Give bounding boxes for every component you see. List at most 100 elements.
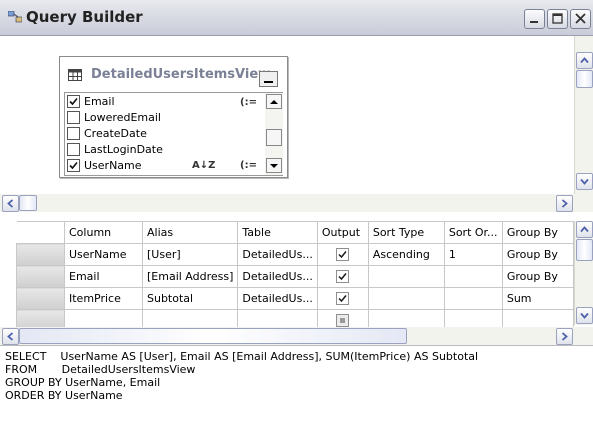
scroll-left-button[interactable] [2, 195, 19, 212]
sql-line: GROUP BY UserName, Email [5, 376, 161, 389]
cell-sort-order[interactable] [443, 265, 503, 288]
output-checkbox[interactable] [336, 270, 350, 284]
grid-header-output[interactable]: Output [316, 221, 369, 244]
arrow-down-icon [270, 164, 278, 168]
diagram-vertical-scrollbar[interactable] [574, 36, 593, 194]
column-item-username[interactable]: UserName [65, 158, 265, 174]
scroll-thumb[interactable] [576, 239, 593, 261]
grid-header-table[interactable]: Table [237, 221, 318, 244]
column-checkbox[interactable] [67, 143, 80, 156]
column-checkbox[interactable] [67, 95, 80, 108]
scroll-down-button[interactable] [266, 158, 282, 173]
cell-alias[interactable]: Subtotal [141, 287, 239, 310]
cell-column[interactable]: ItemPrice [64, 287, 143, 310]
scroll-down-button[interactable] [576, 173, 593, 190]
close-button[interactable] [570, 9, 591, 29]
table-row[interactable]: UserName [User] DetailedUs... Ascending … [16, 243, 574, 266]
scroll-thumb[interactable] [19, 195, 37, 211]
checkmark-icon [69, 97, 78, 106]
arrow-right-icon [561, 199, 568, 208]
cell-group-by[interactable]: Sum [501, 287, 574, 310]
column-label: Email [84, 95, 115, 108]
column-checkbox[interactable] [67, 159, 80, 172]
criteria-grid: Column Alias Table Output Sort Type Sort… [0, 221, 593, 345]
grid-horizontal-scrollbar[interactable] [0, 327, 593, 345]
column-label: UserName [84, 159, 142, 172]
row-header[interactable] [16, 287, 65, 310]
cell-output[interactable] [316, 243, 369, 266]
grid-header-sort-type[interactable]: Sort Type [367, 221, 445, 244]
column-label: CreateDate [84, 127, 147, 140]
cell-sort-type[interactable] [367, 287, 445, 310]
cell-column[interactable]: UserName [64, 243, 143, 266]
table-node-minimize-button[interactable] [259, 71, 278, 87]
column-list-scrollbar[interactable] [265, 93, 283, 175]
window-title: Query Builder [26, 8, 143, 26]
arrow-up-icon [580, 57, 589, 64]
column-checkbox[interactable] [67, 127, 80, 140]
scroll-left-button[interactable] [2, 328, 19, 345]
scroll-up-button[interactable] [576, 221, 593, 238]
row-header[interactable] [16, 243, 65, 266]
cell-alias[interactable]: [User] [141, 243, 239, 266]
scroll-right-button[interactable] [556, 195, 573, 212]
arrow-up-icon [580, 226, 589, 233]
sql-pane[interactable]: SELECT UserName AS [User], Email AS [Ema… [0, 345, 593, 423]
maximize-button[interactable] [547, 9, 568, 29]
grid-corner [16, 221, 65, 244]
cell-table[interactable]: DetailedUs... [237, 243, 318, 266]
arrow-down-icon [580, 312, 589, 319]
checkmark-icon [338, 251, 347, 259]
output-checkbox[interactable] [336, 248, 350, 262]
column-item-lastlogindate[interactable]: LastLoginDate [65, 142, 265, 158]
grid-header-group-by[interactable]: Group By [501, 221, 574, 244]
column-checkbox[interactable] [67, 111, 80, 124]
title-bar: Query Builder [0, 0, 593, 36]
minimize-button[interactable] [524, 9, 545, 29]
cell-table[interactable]: DetailedUs... [237, 265, 318, 288]
grid-header-alias[interactable]: Alias [141, 221, 239, 244]
cell-column[interactable]: Email [64, 265, 143, 288]
cell-group-by[interactable]: Group By [501, 265, 574, 288]
grid-vertical-scrollbar[interactable] [574, 221, 593, 325]
output-checkbox[interactable] [336, 314, 350, 328]
cell-group-by[interactable]: Group By [501, 243, 574, 266]
table-row[interactable]: ItemPrice Subtotal DetailedUs... Sum [16, 287, 574, 310]
table-node[interactable]: DetailedUsersItemsView Email LoweredEmai… [59, 56, 288, 178]
table-icon [68, 69, 82, 81]
scroll-thumb[interactable] [576, 70, 593, 88]
diagram-horizontal-scrollbar[interactable] [0, 194, 593, 212]
minimize-icon [264, 81, 273, 83]
scroll-up-button[interactable] [266, 94, 282, 109]
grid-header-column[interactable]: Column [64, 221, 143, 244]
scroll-down-button[interactable] [576, 307, 593, 324]
cell-sort-type[interactable]: Ascending [367, 243, 445, 266]
cell-alias[interactable]: [Email Address] [141, 265, 239, 288]
close-icon [575, 13, 586, 24]
table-row[interactable]: Email [Email Address] DetailedUs... Grou… [16, 265, 574, 288]
sort-ascending-icon: A↓Z [192, 160, 216, 171]
column-item-createdate[interactable]: CreateDate [65, 126, 265, 142]
cell-sort-order[interactable]: 1 [443, 243, 503, 266]
cell-output[interactable] [316, 265, 369, 288]
scroll-thumb[interactable] [19, 328, 407, 344]
cell-sort-type[interactable] [367, 265, 445, 288]
grid-header-sort-order[interactable]: Sort Or... [443, 221, 503, 244]
table-node-header[interactable]: DetailedUsersItemsView [60, 57, 287, 93]
scroll-thumb[interactable] [266, 129, 282, 146]
checkmark-icon [338, 273, 347, 281]
cell-table[interactable]: DetailedUs... [237, 287, 318, 310]
grid-header-row: Column Alias Table Output Sort Type Sort… [16, 221, 574, 244]
column-item-loweredemail[interactable]: LoweredEmail [65, 110, 265, 126]
cell-sort-order[interactable] [443, 287, 503, 310]
scroll-up-button[interactable] [576, 52, 593, 69]
row-header[interactable] [16, 265, 65, 288]
output-checkbox[interactable] [336, 292, 350, 306]
column-item-email[interactable]: Email [65, 94, 265, 110]
cell-output[interactable] [316, 287, 369, 310]
criteria-table: Column Alias Table Output Sort Type Sort… [16, 221, 574, 332]
arrow-down-icon [580, 178, 589, 185]
scroll-right-button[interactable] [556, 328, 573, 345]
minimize-icon [530, 21, 538, 23]
maximize-icon [552, 13, 563, 24]
